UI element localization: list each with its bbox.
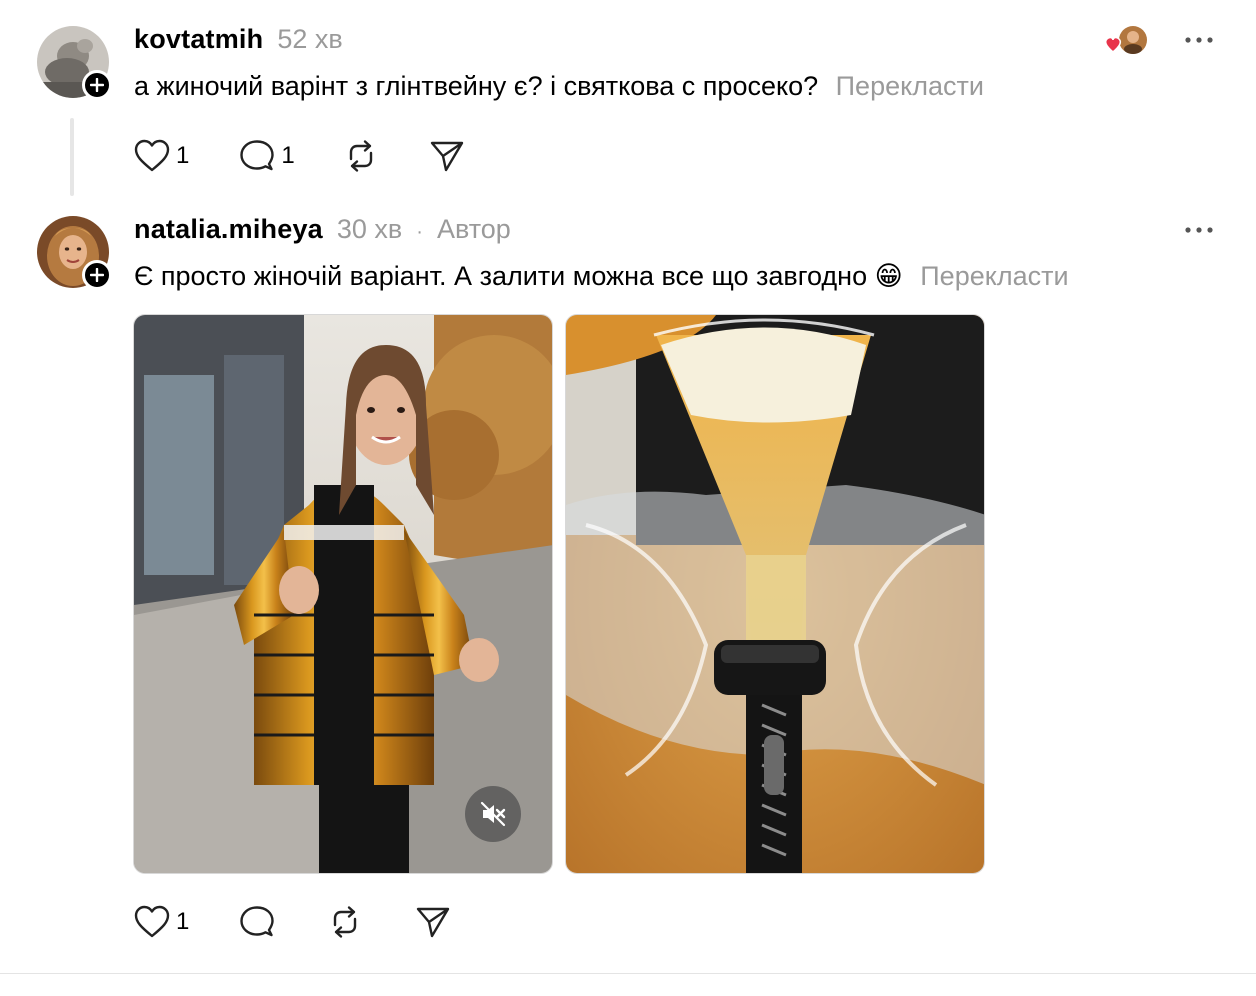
more-options-button[interactable]	[1184, 220, 1214, 240]
translate-link[interactable]: Перекласти	[836, 71, 984, 101]
more-icon	[1185, 37, 1213, 43]
heart-icon	[134, 139, 170, 172]
share-icon	[430, 141, 463, 172]
plus-icon	[90, 268, 104, 282]
share-button[interactable]	[415, 905, 451, 939]
like-count: 1	[176, 908, 190, 935]
follow-button[interactable]	[82, 260, 112, 290]
post-divider	[0, 973, 1256, 974]
heart-icon	[134, 905, 170, 938]
thread-line	[70, 118, 74, 196]
post-text: а жиночий варінт з глінтвейну є? і святк…	[134, 71, 819, 101]
post-time[interactable]: 52 хв	[277, 24, 342, 55]
post-text-container: а жиночий варінт з глінтвейну є? і святк…	[134, 71, 984, 102]
repost-icon	[334, 906, 357, 938]
post-text: Є просто жіночій варіант. А залити можна…	[134, 261, 903, 291]
username[interactable]: natalia.miheya	[134, 214, 323, 245]
username[interactable]: kovtatmih	[134, 24, 263, 55]
share-button[interactable]	[429, 139, 465, 173]
post-text-container: Є просто жіночій варіант. А залити можна…	[134, 261, 1069, 292]
heart-badge-icon	[1104, 36, 1122, 53]
repost-icon	[349, 140, 372, 172]
like-button[interactable]: 1	[134, 905, 189, 939]
comment-icon	[240, 140, 275, 171]
post-image[interactable]	[565, 314, 985, 874]
like-count: 1	[176, 142, 190, 169]
like-button[interactable]: 1	[134, 139, 189, 173]
more-icon	[1185, 227, 1213, 233]
follow-button[interactable]	[82, 70, 112, 100]
reply-count: 1	[281, 142, 295, 169]
author-badge: Автор	[436, 214, 511, 244]
mute-button[interactable]	[465, 786, 521, 842]
reply-button[interactable]	[239, 905, 275, 939]
repost-button[interactable]	[327, 905, 363, 939]
share-icon	[417, 907, 450, 938]
repost-button[interactable]	[343, 139, 379, 173]
translate-link[interactable]: Перекласти	[920, 261, 1068, 291]
plus-icon	[90, 78, 104, 92]
reply-button[interactable]: 1	[239, 139, 295, 173]
liked-by-avatars[interactable]	[1102, 24, 1148, 58]
more-options-button[interactable]	[1184, 30, 1214, 50]
comment-icon	[240, 906, 275, 937]
mute-icon	[480, 801, 506, 827]
post-time[interactable]: 30 хв	[337, 214, 402, 245]
meta-separator: ·	[416, 221, 423, 243]
